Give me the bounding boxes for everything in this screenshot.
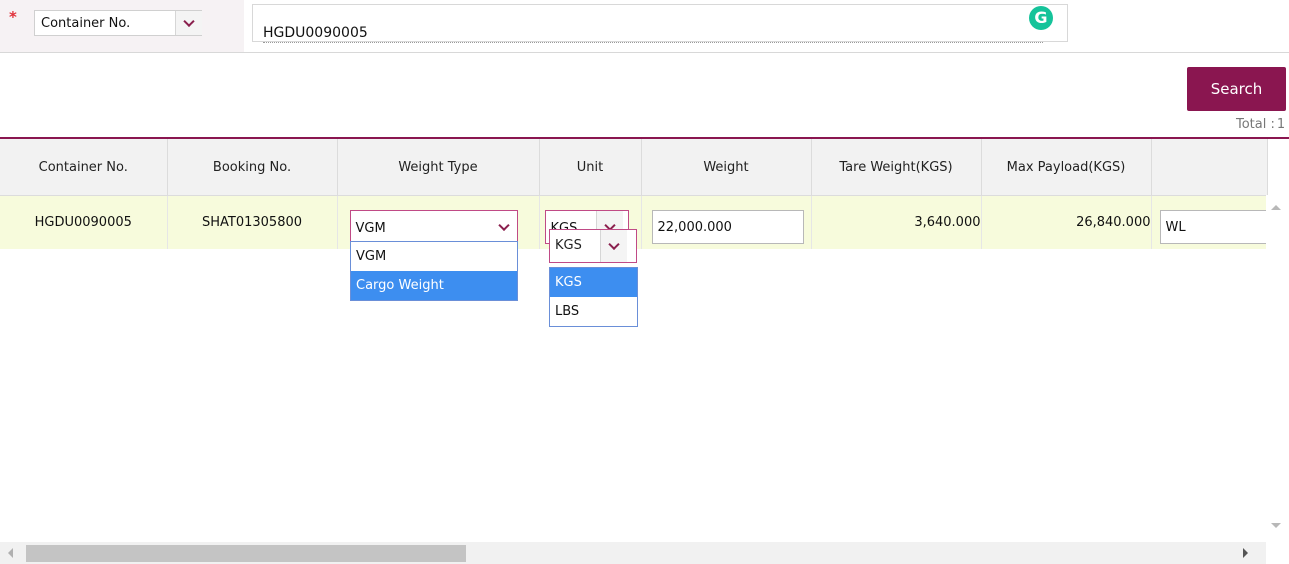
search-input[interactable]: HGDU0090005 [252,4,1068,43]
cell-booking-no: SHAT01305800 [167,195,338,249]
weight-type-option-vgm[interactable]: VGM [351,242,517,271]
search-key-dropdown-button[interactable] [175,11,202,35]
weight-value: 22,000.000 [657,220,732,235]
chevron-down-icon [608,238,620,251]
col-header-extra [1151,139,1268,196]
unit-dropdown-current[interactable]: KGS [549,229,637,263]
cell-extra: WL [1151,195,1268,249]
extra-value: WL [1165,220,1186,235]
unit-dropdown-toggle[interactable] [600,230,627,262]
scroll-right-arrow-icon[interactable] [1243,548,1248,558]
scroll-down-arrow-icon[interactable] [1271,523,1281,528]
unit-dropdown-current-value: KGS [555,238,582,253]
vertical-scrollbar[interactable] [1266,195,1286,535]
weight-input[interactable]: 22,000.000 [651,210,804,244]
cell-max-payload: 26,840.000 [981,195,1152,249]
grammarly-icon[interactable]: G [1029,6,1053,30]
weight-type-dropdown-button[interactable] [490,211,517,243]
weight-type-value: VGM [355,221,386,236]
scroll-left-arrow-icon[interactable] [8,548,13,558]
scroll-up-arrow-icon[interactable] [1271,205,1281,210]
chevron-down-icon [183,15,195,28]
grid-header-row: Container No. Booking No. Weight Type Un… [0,139,1268,196]
weight-type-option-cargo-weight[interactable]: Cargo Weight [351,271,517,300]
cell-tare-weight: 3,640.000 [811,195,982,249]
total-count: Total :1 [1236,117,1285,132]
cell-container-no: HGDU0090005 [0,195,168,249]
chevron-down-icon [497,219,510,232]
col-header-container-no[interactable]: Container No. [0,139,168,196]
col-header-max-payload[interactable]: Max Payload(KGS) [981,139,1152,196]
horizontal-scrollbar[interactable] [0,542,1266,564]
unit-option-kgs[interactable]: KGS [550,268,637,297]
search-button[interactable]: Search [1187,67,1286,111]
cell-weight: 22,000.000 [641,195,812,249]
horizontal-scroll-thumb[interactable] [26,545,466,562]
col-header-booking-no[interactable]: Booking No. [167,139,338,196]
total-label: Total : [1236,117,1275,132]
search-key-label: Container No. [41,16,131,31]
extra-input[interactable]: WL [1159,210,1268,244]
unit-dropdown-list: KGS LBS [549,267,638,327]
weight-type-select[interactable]: VGM [349,210,518,244]
col-header-tare-weight[interactable]: Tare Weight(KGS) [811,139,982,196]
search-bar: * Container No. HGDU0090005 G [0,0,1289,53]
col-header-unit[interactable]: Unit [539,139,642,196]
search-input-value: HGDU0090005 [263,25,1043,43]
weight-type-dropdown-list: VGM Cargo Weight [350,241,518,301]
col-header-weight-type[interactable]: Weight Type [337,139,540,196]
search-key-select[interactable]: Container No. [34,10,202,36]
unit-option-lbs[interactable]: LBS [550,297,637,326]
required-mark: * [9,8,17,26]
total-value: 1 [1276,117,1286,132]
col-header-weight[interactable]: Weight [641,139,812,196]
